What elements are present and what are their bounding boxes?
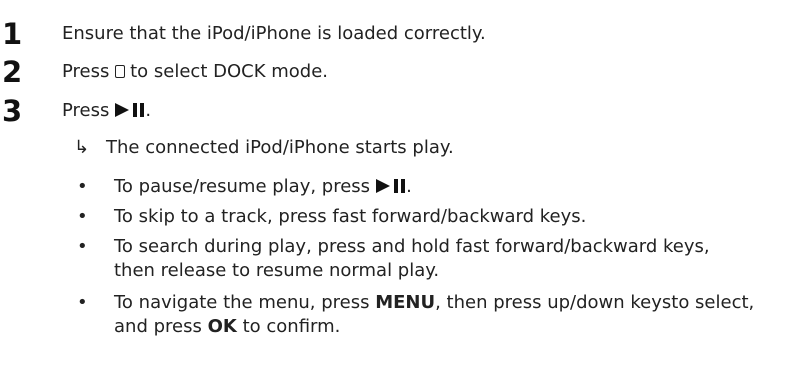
- step-text-1: Ensure that the iPod/iPhone is loaded co…: [62, 23, 486, 44]
- step-2-text-before: Press: [62, 61, 110, 82]
- bullet-marker: •: [77, 176, 88, 197]
- bullet-marker: •: [77, 206, 88, 227]
- bullet-item-pause-resume: To pause/resume play, press.: [114, 175, 794, 199]
- bullet-4-text-1: To navigate the menu, press: [114, 292, 370, 313]
- bullet-marker: •: [77, 292, 88, 313]
- step-number-3: 3: [2, 94, 23, 128]
- bullet-4-text-3: to confirm.: [242, 316, 341, 337]
- dock-icon: [115, 65, 126, 78]
- result-arrow-icon: ↳: [74, 137, 90, 158]
- step-text-2: Press to select DOCK mode.: [62, 60, 328, 84]
- step-number-1: 1: [2, 17, 23, 51]
- play-pause-icon: [115, 103, 145, 117]
- bullet-1-text-after: .: [406, 176, 412, 197]
- bullet-marker: •: [77, 236, 88, 257]
- bullet-item-search: To search during play, press and hold fa…: [114, 236, 710, 281]
- bullet-item-navigate-menu: To navigate the menu, press MENU, then p…: [114, 291, 784, 339]
- result-line: ↳ The connected iPod/iPhone starts play.: [74, 136, 454, 160]
- result-text: The connected iPod/iPhone starts play.: [106, 137, 454, 158]
- menu-key-label: MENU: [375, 292, 436, 313]
- step-2-text-after: to select DOCK mode.: [130, 61, 328, 82]
- ok-key-label: OK: [207, 316, 237, 337]
- bullet-item-skip-track: To skip to a track, press fast forward/b…: [114, 206, 587, 227]
- step-3-text-after: .: [145, 100, 152, 121]
- step-3-text: Press: [62, 100, 110, 121]
- step-number-2: 2: [2, 55, 23, 89]
- step-text-3: Press.: [62, 99, 151, 123]
- bullet-1-text: To pause/resume play, press: [114, 176, 371, 197]
- play-pause-icon: [376, 179, 406, 193]
